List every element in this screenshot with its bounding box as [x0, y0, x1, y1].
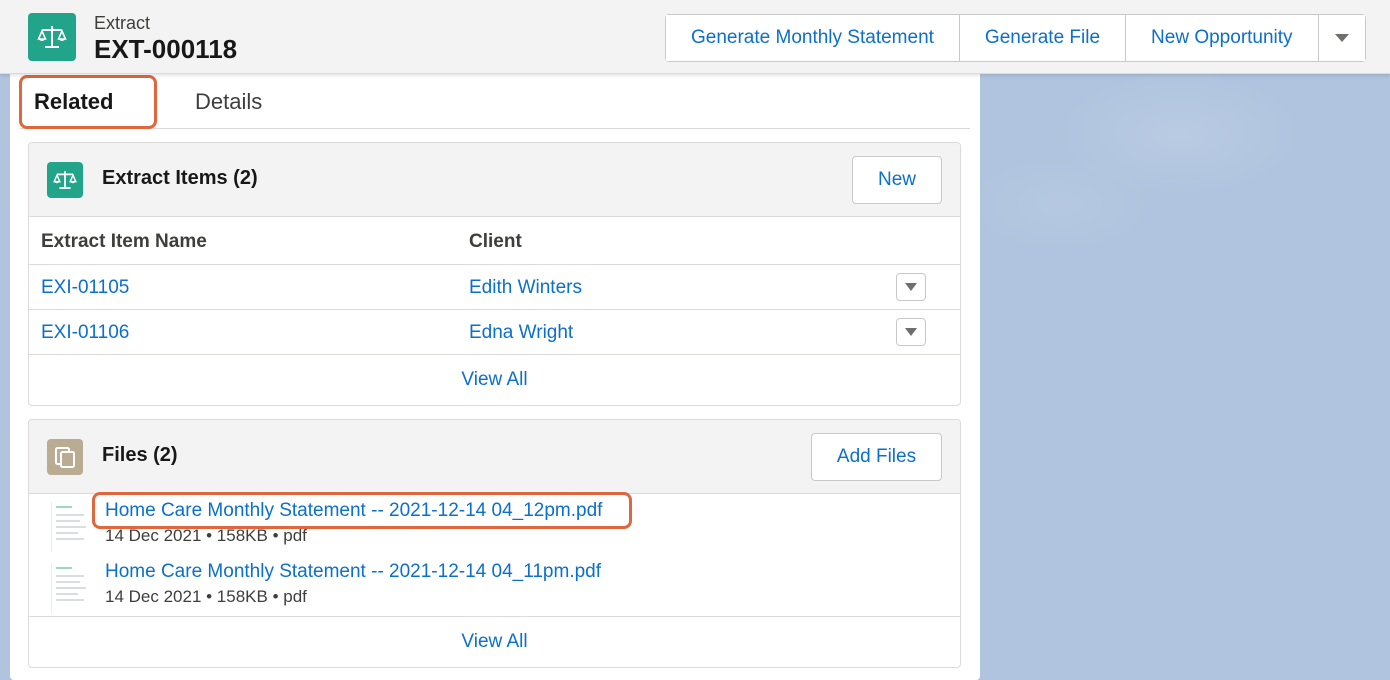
generate-file-button[interactable]: Generate File — [959, 15, 1127, 61]
files-icon — [47, 439, 83, 475]
extract-item-link[interactable]: EXI-01105 — [41, 277, 129, 299]
view-all-link[interactable]: View All — [29, 355, 960, 405]
chevron-down-icon — [905, 283, 917, 291]
add-files-button[interactable]: Add Files — [811, 433, 942, 481]
file-meta: 14 Dec 2021 • 158KB • pdf — [105, 587, 307, 606]
extract-items-title[interactable]: Extract Items (2) — [102, 167, 258, 190]
row-actions-button[interactable] — [896, 273, 926, 301]
table-header: Extract Item Name Client — [29, 217, 960, 265]
file-thumbnail[interactable] — [51, 563, 89, 613]
row-actions-button[interactable] — [896, 318, 926, 346]
column-header-name[interactable]: Extract Item Name — [41, 231, 207, 253]
record-name: EXT-000118 — [94, 34, 238, 64]
client-link[interactable]: Edith Winters — [469, 277, 582, 299]
main-panel: Related Details Extract Items (2) New Ex… — [10, 74, 980, 680]
view-all-link[interactable]: View All — [29, 616, 960, 666]
object-type-label: Extract — [94, 13, 151, 33]
card-header: Files (2) Add Files — [29, 420, 960, 494]
file-link[interactable]: Home Care Monthly Statement -- 2021-12-1… — [105, 500, 602, 522]
scales-icon — [47, 162, 83, 198]
client-link[interactable]: Edna Wright — [469, 322, 573, 344]
chevron-down-icon — [905, 328, 917, 336]
file-meta: 14 Dec 2021 • 158KB • pdf — [105, 526, 307, 545]
table-row: EXI-01106 Edna Wright — [29, 310, 960, 355]
chevron-down-icon — [1334, 34, 1349, 42]
file-thumbnail[interactable] — [51, 502, 89, 552]
new-opportunity-button[interactable]: New Opportunity — [1126, 15, 1319, 61]
extract-items-card: Extract Items (2) New Extract Item Name … — [28, 142, 961, 406]
generate-monthly-statement-button[interactable]: Generate Monthly Statement — [666, 15, 960, 61]
tab-bar: Related Details — [20, 74, 970, 129]
background-pattern — [980, 74, 1390, 680]
more-actions-button[interactable] — [1318, 15, 1365, 61]
column-header-client[interactable]: Client — [469, 231, 522, 253]
tab-related[interactable]: Related — [34, 74, 113, 129]
table-row: EXI-01105 Edith Winters — [29, 265, 960, 310]
new-extract-item-button[interactable]: New — [852, 156, 942, 204]
file-item: Home Care Monthly Statement -- 2021-12-1… — [29, 494, 960, 555]
extract-item-link[interactable]: EXI-01106 — [41, 322, 129, 344]
files-card: Files (2) Add Files Home Care Monthly St… — [28, 419, 961, 668]
record-header: Extract EXT-000118 Generate Monthly Stat… — [0, 0, 1390, 74]
card-header: Extract Items (2) New — [29, 143, 960, 217]
file-item: Home Care Monthly Statement -- 2021-12-1… — [29, 555, 960, 616]
files-title[interactable]: Files (2) — [102, 444, 178, 467]
header-action-group: Generate Monthly Statement Generate File… — [665, 14, 1366, 62]
file-link[interactable]: Home Care Monthly Statement -- 2021-12-1… — [105, 561, 601, 583]
scales-icon — [28, 13, 76, 61]
tab-details[interactable]: Details — [195, 74, 262, 129]
